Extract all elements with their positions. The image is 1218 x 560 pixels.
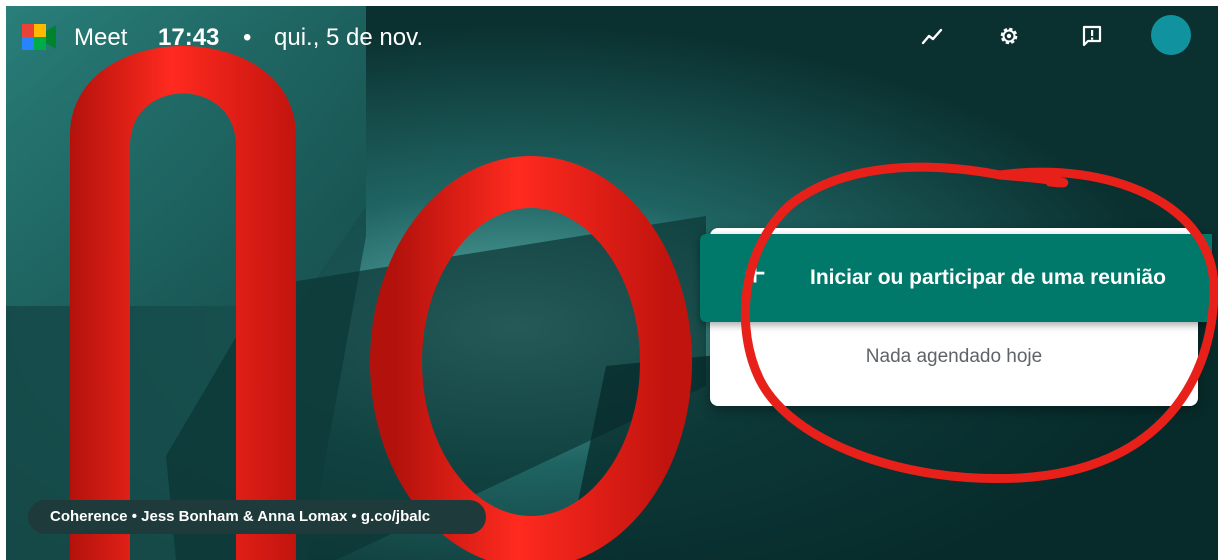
credit-link[interactable]: g.co/jbalc [361,508,430,525]
feedback-icon [1082,25,1102,47]
app-name: Meet [74,24,128,51]
schedule-empty-text: Nada agendado hoje [865,346,1043,367]
start-or-join-meeting-button[interactable]: + Iniciar ou participar de uma reunião [700,234,1212,322]
background-credit[interactable]: Coherence • Jess Bonham & Anna Lomax • g… [28,500,486,534]
header-separator: • [243,24,252,51]
credit-authors: Jess Bonham & Anna Lomax [141,508,348,525]
current-date: qui., 5 de nov. [274,24,423,51]
meet-home-frame: Meet 17:43 • qui., 5 de nov. + Iniciar o… [0,0,1218,560]
credit-title: Coherence [50,508,128,525]
activity-trend-button[interactable] [914,18,950,54]
settings-button[interactable] [991,18,1027,54]
credit-separator-2: • [351,508,357,525]
plus-icon: + [744,253,767,295]
google-meet-logo-icon [22,24,56,50]
top-bar: Meet 17:43 • qui., 5 de nov. [0,0,1212,72]
join-button-label: Iniciar ou participar de uma reunião [810,266,1166,289]
settings-gear-icon [1000,27,1018,45]
current-time: 17:43 [158,24,220,51]
account-avatar[interactable] [1151,15,1191,55]
send-feedback-button[interactable] [1074,18,1110,54]
activity-trend-icon [921,28,943,45]
